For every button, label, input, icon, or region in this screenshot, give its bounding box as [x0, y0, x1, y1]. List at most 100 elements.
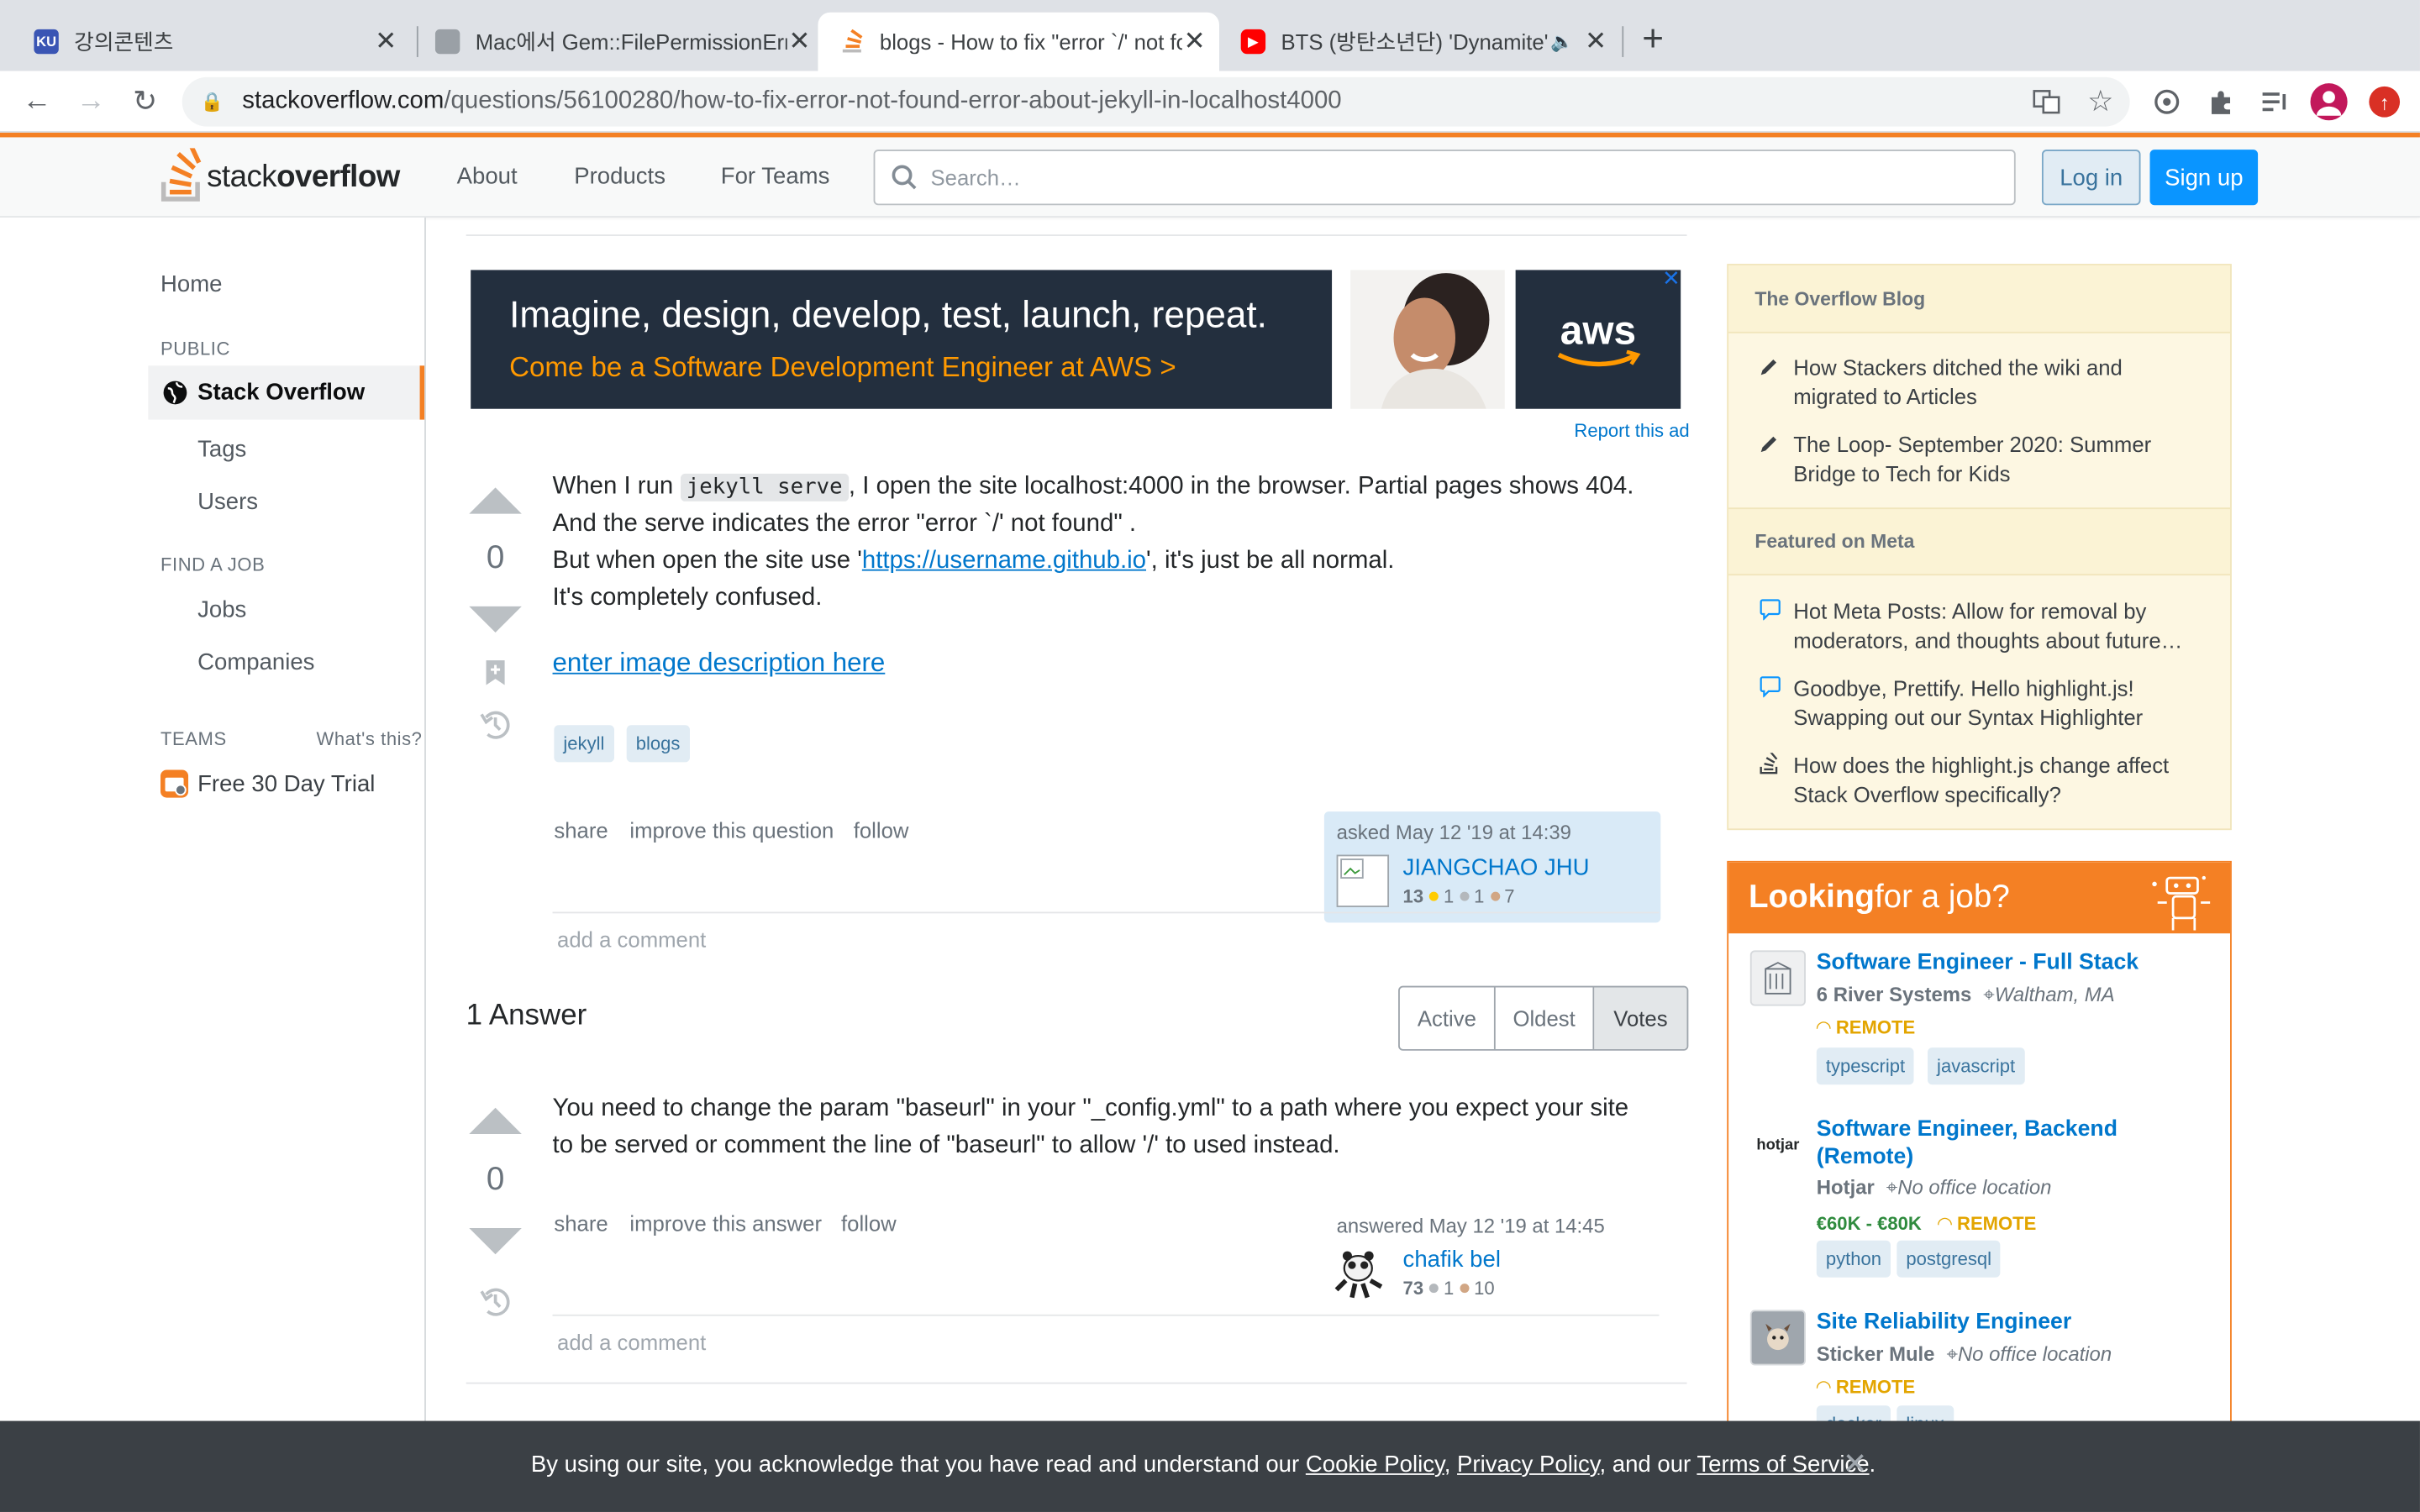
- login-button[interactable]: Log in: [2041, 150, 2141, 206]
- profile-avatar[interactable]: [2310, 83, 2348, 121]
- answerer-name[interactable]: chafik bel: [1403, 1247, 1501, 1273]
- puzzle-extensions-icon[interactable]: [2206, 87, 2237, 118]
- search-input[interactable]: Search…: [873, 150, 2016, 206]
- answer-history-icon[interactable]: [478, 1285, 512, 1327]
- asker-name[interactable]: JIANGCHAO JHU: [1403, 855, 1590, 881]
- job-tag-javascript[interactable]: javascript: [1928, 1047, 2025, 1085]
- company-logo-sticker-mule[interactable]: [1749, 1310, 1806, 1366]
- stackoverflow-logo-icon[interactable]: [160, 142, 207, 203]
- address-bar[interactable]: 🔒 stackoverflow.com/questions/56100280/h…: [182, 76, 2130, 127]
- bronze-count: 7: [1504, 885, 1515, 907]
- nav-tags[interactable]: Tags: [197, 437, 246, 463]
- new-tab-icon[interactable]: +: [1642, 18, 1664, 61]
- tab-bts[interactable]: ▶ BTS (방탄소년단) 'Dynamite' Official MV 🔈 ✕: [1223, 13, 1621, 71]
- tab-gem-error[interactable]: Mac에서 Gem::FilePermissionError ✕: [420, 13, 818, 71]
- sort-votes[interactable]: Votes: [1594, 987, 1687, 1049]
- forward-arrow-icon[interactable]: →: [70, 81, 113, 123]
- update-arrow-icon[interactable]: ↑: [2369, 86, 2401, 118]
- bookmark-star-icon[interactable]: ☆: [2085, 86, 2116, 118]
- question-downvote-icon[interactable]: [469, 606, 522, 633]
- answer-add-comment[interactable]: add a comment: [557, 1330, 706, 1354]
- answer-line-2: to be served or comment the line of "bas…: [552, 1132, 1340, 1159]
- report-ad-link[interactable]: Report this ad: [1574, 420, 1689, 442]
- answer-upvote-icon[interactable]: [469, 1107, 522, 1134]
- back-arrow-icon[interactable]: ←: [15, 81, 58, 123]
- job-company-2: Hotjar ⌖No office location: [1817, 1176, 2052, 1200]
- nav-about[interactable]: About: [457, 164, 518, 190]
- tag-jekyll[interactable]: jekyll: [554, 725, 614, 763]
- tag-blogs[interactable]: blogs: [626, 725, 690, 763]
- nav-stack-overflow-label: Stack Overflow: [197, 379, 366, 407]
- meta-heading: Featured on Meta: [1728, 507, 2231, 576]
- job-title-3[interactable]: Site Reliability Engineer: [1817, 1309, 2187, 1336]
- aws-advertisement[interactable]: Imagine, design, develop, test, launch, …: [471, 265, 1690, 409]
- blog-item-loop[interactable]: The Loop- September 2020: Summer Bridge …: [1793, 430, 2210, 489]
- question-follow-link[interactable]: follow: [854, 817, 909, 842]
- image-description-link[interactable]: enter image description here: [553, 645, 886, 682]
- job-title-1[interactable]: Software Engineer - Full Stack: [1817, 949, 2187, 977]
- bookmark-icon[interactable]: [483, 659, 508, 694]
- nav-companies[interactable]: Companies: [197, 649, 314, 675]
- bronze-badge-icon: [1490, 892, 1500, 902]
- job-tag-python[interactable]: python: [1816, 1240, 1891, 1278]
- extension-sync-icon[interactable]: [2151, 87, 2182, 118]
- asker-avatar[interactable]: [1336, 854, 1390, 907]
- sort-active[interactable]: Active: [1400, 987, 1496, 1049]
- question-upvote-icon[interactable]: [469, 487, 522, 514]
- meta-item-hot-posts[interactable]: Hot Meta Posts: Allow for removal by mod…: [1793, 597, 2210, 656]
- free-trial-link[interactable]: Free 30 Day Trial: [197, 771, 375, 797]
- media-queue-icon[interactable]: [2260, 87, 2291, 118]
- close-tab-icon[interactable]: ✕: [1182, 26, 1207, 57]
- company-logo-hotjar[interactable]: hotjar: [1749, 1116, 1806, 1173]
- answer-divider: [466, 1382, 1687, 1384]
- question-share-link[interactable]: share: [554, 817, 608, 842]
- whats-this-link[interactable]: What's this?: [317, 728, 423, 750]
- ad-close-icon[interactable]: ✕: [1662, 265, 1681, 291]
- reload-icon[interactable]: ↻: [124, 81, 166, 123]
- blog-item-wiki[interactable]: How Stackers ditched the wiki and migrat…: [1793, 354, 2210, 412]
- youtube-favicon-icon: ▶: [1240, 29, 1266, 55]
- job-tag-typescript[interactable]: typescript: [1816, 1047, 1915, 1085]
- job-tag-postgresql[interactable]: postgresql: [1897, 1240, 2002, 1278]
- tab-title: Mac에서 Gem::FilePermissionError: [475, 29, 787, 55]
- tab-lecture[interactable]: KU 강의콘텐츠 ✕: [18, 13, 404, 71]
- cookie-policy-link[interactable]: Cookie Policy: [1306, 1452, 1444, 1478]
- meta-item-prettify[interactable]: Goodbye, Prettify. Hello highlight.js! S…: [1793, 675, 2210, 733]
- public-heading: PUBLIC: [160, 338, 230, 360]
- comment-divider: [552, 1314, 1660, 1316]
- location-pin-icon: ⌖: [1946, 1341, 1958, 1366]
- job-title-2[interactable]: Software Engineer, Backend (Remote): [1817, 1116, 2187, 1171]
- question-add-comment[interactable]: add a comment: [557, 927, 706, 952]
- company-logo-6-river[interactable]: [1749, 950, 1806, 1006]
- question-history-icon[interactable]: [478, 708, 512, 750]
- github-link[interactable]: https://username.github.io: [862, 548, 1146, 574]
- aws-logo: aws: [1515, 270, 1681, 409]
- asker-user-card: asked May 12 '19 at 14:39 JIANGCHAO JHU …: [1323, 811, 1661, 923]
- nav-for-teams[interactable]: For Teams: [721, 164, 830, 190]
- improve-question-link[interactable]: improve this question: [629, 817, 834, 842]
- cookie-close-icon[interactable]: ✕: [1843, 1447, 1867, 1483]
- nav-products[interactable]: Products: [574, 164, 666, 190]
- privacy-policy-link[interactable]: Privacy Policy: [1457, 1452, 1599, 1478]
- close-tab-icon[interactable]: ✕: [787, 26, 812, 57]
- close-tab-icon[interactable]: ✕: [373, 26, 397, 57]
- improve-answer-link[interactable]: improve this answer: [629, 1211, 822, 1236]
- speaker-icon[interactable]: 🔈: [1549, 31, 1574, 53]
- signup-button[interactable]: Sign up: [2149, 150, 2259, 206]
- company-name: 6 River Systems: [1816, 982, 1972, 1006]
- answer-follow-link[interactable]: follow: [841, 1211, 897, 1236]
- nav-home[interactable]: Home: [160, 271, 222, 297]
- close-tab-icon[interactable]: ✕: [1583, 26, 1607, 57]
- answerer-avatar[interactable]: [1334, 1247, 1386, 1299]
- site-logo-text[interactable]: stackoverflow: [207, 160, 400, 196]
- answer-downvote-icon[interactable]: [469, 1228, 522, 1255]
- sort-oldest[interactable]: Oldest: [1496, 987, 1595, 1049]
- nav-jobs[interactable]: Jobs: [197, 597, 246, 623]
- nav-users[interactable]: Users: [197, 489, 258, 515]
- translate-icon[interactable]: [2031, 87, 2062, 118]
- answer-share-link[interactable]: share: [554, 1211, 608, 1236]
- tab-blogs-active[interactable]: blogs - How to fix "error `/' not found"…: [818, 12, 1219, 71]
- meta-item-highlightjs[interactable]: How does the highlight.js change affect …: [1793, 751, 2210, 810]
- location-pin-icon: ⌖: [1886, 1175, 1898, 1200]
- nav-stack-overflow[interactable]: Stack Overflow: [148, 365, 425, 420]
